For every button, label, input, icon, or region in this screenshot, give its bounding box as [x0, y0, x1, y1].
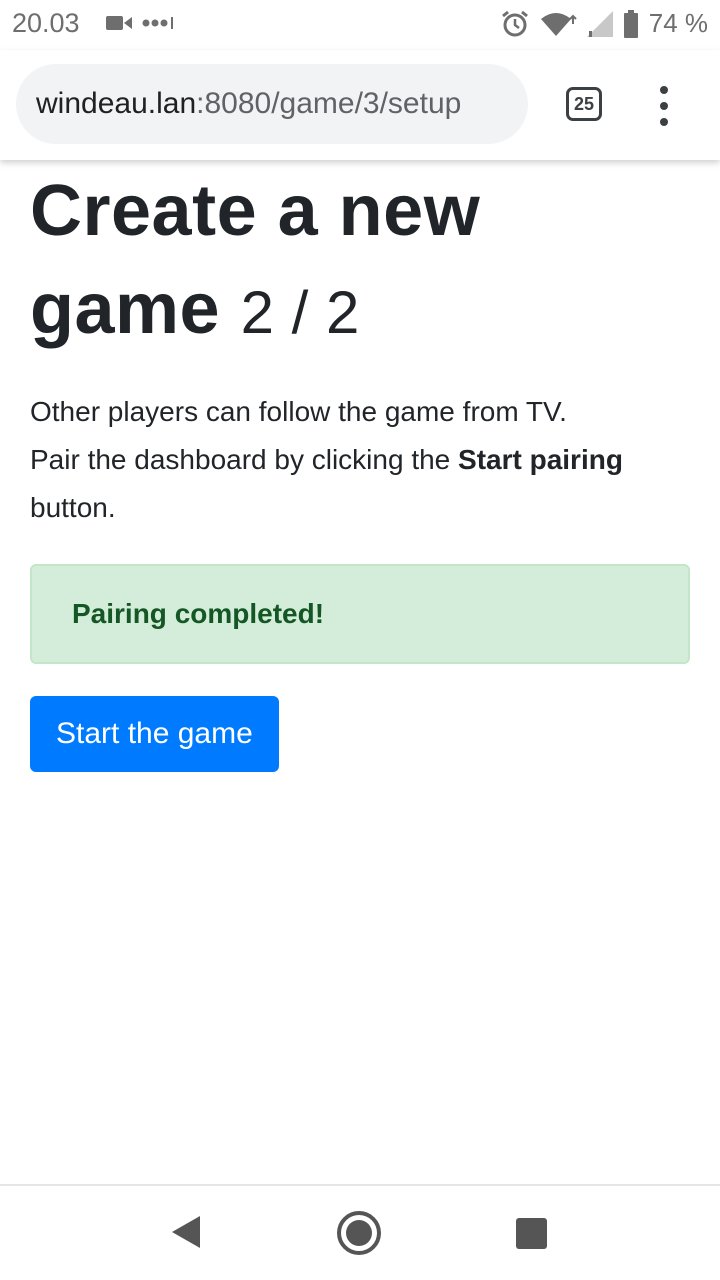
home-icon[interactable]: [336, 1210, 382, 1256]
alert-text: Pairing completed!: [72, 598, 325, 629]
instructions-line1: Other players can follow the game from T…: [30, 396, 567, 427]
url-path: :8080/game/3/setup: [196, 87, 462, 120]
battery-percent: 74 %: [648, 8, 708, 38]
pairing-success-alert: Pairing completed!: [30, 564, 690, 664]
tab-switcher-button[interactable]: 25: [566, 87, 602, 121]
page-title: Create a new game 2 / 2: [30, 162, 690, 362]
status-time: 20.03: [12, 8, 80, 38]
wifi-icon: [540, 12, 577, 36]
instructions-bold: Start pairing: [458, 444, 623, 475]
more-vert-icon[interactable]: [650, 86, 678, 126]
tab-count: 25: [573, 93, 595, 114]
status-bar: 20.03 74 %: [0, 0, 720, 50]
instructions-pre: Pair the dashboard by clicking the: [30, 444, 459, 475]
main-content: Create a new game 2 / 2 Other players ca…: [30, 160, 690, 772]
back-icon[interactable]: [170, 1214, 202, 1250]
recent-apps-icon[interactable]: [516, 1218, 547, 1249]
signal-icon: [586, 10, 613, 37]
url-host: windeau.lan: [36, 87, 197, 120]
instructions: Other players can follow the game from T…: [30, 388, 690, 532]
address-bar[interactable]: windeau.lan:8080/game/3/setup: [16, 64, 528, 144]
instructions-post: button.: [30, 492, 116, 523]
more-notifications-icon: [142, 17, 173, 29]
step-indicator: 2 / 2: [240, 279, 360, 346]
start-game-button[interactable]: Start the game: [30, 696, 279, 772]
video-call-icon: [106, 16, 132, 30]
battery-icon: [623, 9, 638, 38]
browser-toolbar: windeau.lan:8080/game/3/setup 25: [0, 50, 720, 160]
alarm-icon: [501, 10, 528, 36]
system-nav-bar: [0, 1184, 720, 1280]
